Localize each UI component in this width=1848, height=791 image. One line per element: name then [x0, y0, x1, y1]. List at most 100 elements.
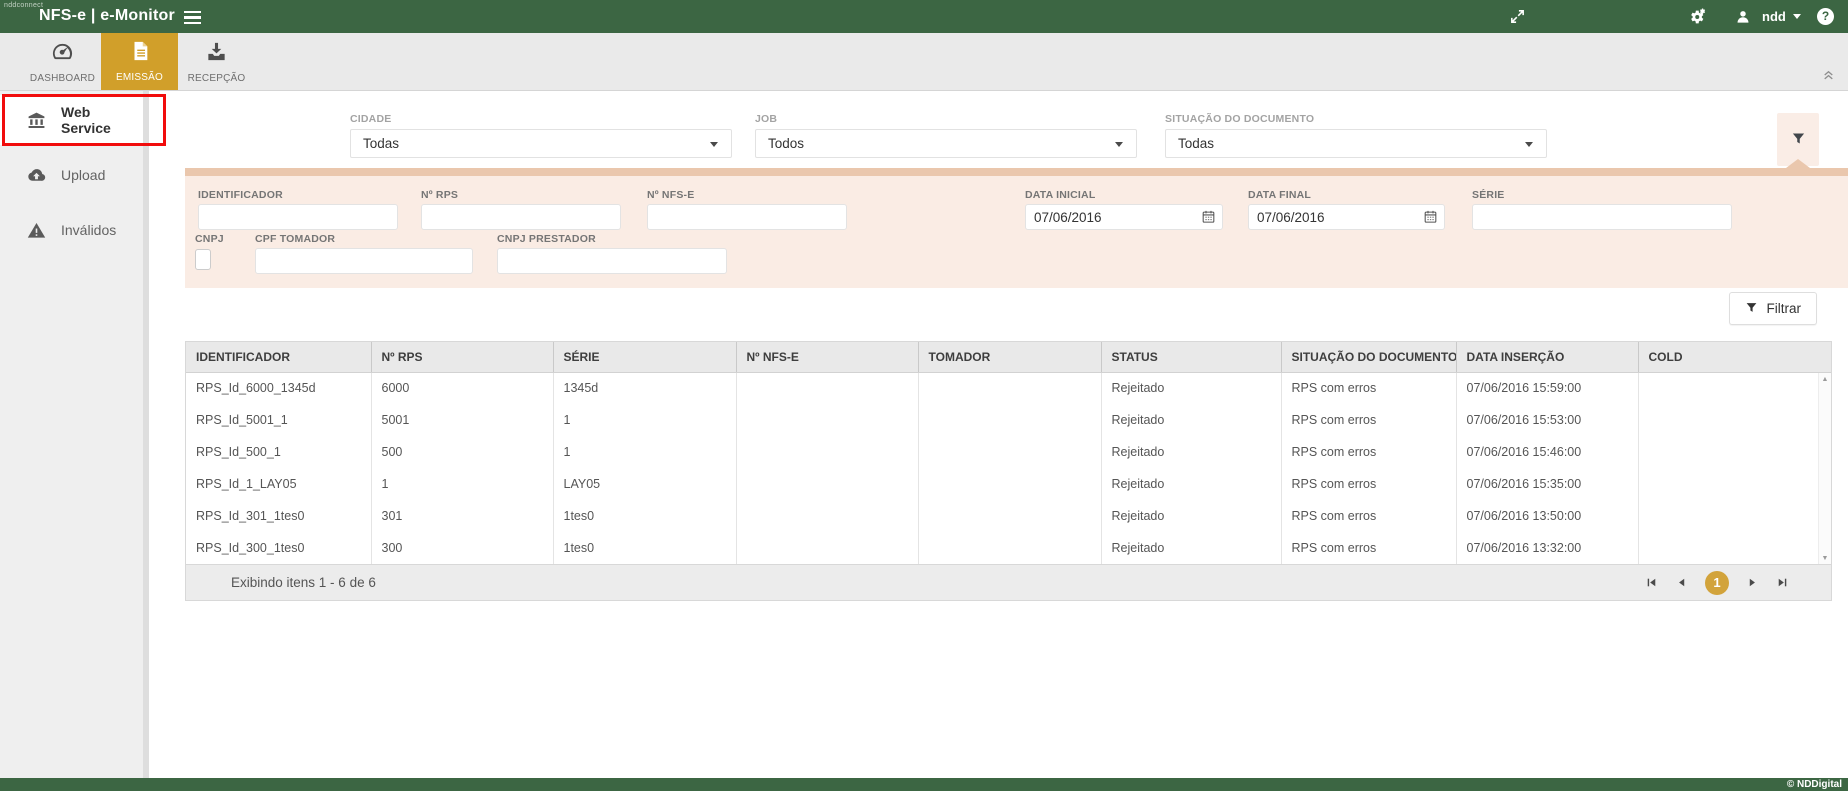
warning-icon — [27, 221, 46, 240]
cnpj-prestador-input[interactable] — [497, 248, 727, 274]
table-cell: RPS_Id_301_1tes0 — [196, 509, 305, 523]
pagination-prev-button[interactable] — [1675, 576, 1688, 589]
sidebar-item-label: Inválidos — [61, 222, 117, 238]
pagination-first-button[interactable] — [1645, 576, 1658, 589]
column-header[interactable]: SITUAÇÃO DO DOCUMENTO — [1280, 342, 1456, 373]
table-scrollbar[interactable]: ▲ ▼ — [1818, 373, 1831, 565]
scroll-down-icon[interactable]: ▼ — [1819, 555, 1831, 562]
table-cell: 1tes0 — [552, 532, 736, 564]
table-cell: RPS_Id_500_1 — [196, 445, 281, 459]
table-row[interactable]: RPS_Id_301_1tes0 301 1tes0 Rejeitado RPS com… — [186, 500, 1831, 532]
main-content: CIDADE Todas JOB Todos SITUAÇÃO DO DOCUM… — [149, 91, 1848, 778]
column-header[interactable]: STATUS — [1100, 342, 1281, 373]
table-cell: 07/06/2016 13:50:00 — [1455, 500, 1638, 532]
table-row[interactable]: RPS_Id_500_1 500 1 Rejeitado RPS com erros 07… — [186, 436, 1831, 468]
column-header[interactable]: TOMADOR — [917, 342, 1101, 373]
scroll-up-icon[interactable]: ▲ — [1819, 376, 1831, 383]
tab-dashboard[interactable]: DASHBOARD — [24, 33, 101, 90]
identificador-input[interactable] — [198, 204, 398, 230]
table-row[interactable]: RPS_Id_1_LAY05 1 LAY05 Rejeitado RPS com err… — [186, 468, 1831, 500]
table-cell: 301 — [370, 500, 553, 532]
collapse-toolbar-icon[interactable] — [1822, 68, 1835, 86]
table-cell: 5001 — [370, 404, 553, 436]
column-header[interactable]: SÉRIE — [552, 342, 736, 373]
table-row[interactable]: RPS_Id_5001_1 5001 1 Rejeitado RPS com erros… — [186, 404, 1831, 436]
column-header[interactable]: IDENTIFICADOR — [186, 342, 371, 373]
table-cell — [917, 372, 1101, 404]
column-header[interactable]: DATA INSERÇÃO — [1455, 342, 1638, 373]
filter-panel-notch — [1786, 159, 1810, 168]
table-cell — [1637, 372, 1831, 404]
cidade-select[interactable]: Todas — [350, 129, 732, 158]
menu-icon[interactable] — [184, 11, 201, 27]
table-cell: RPS com erros — [1280, 372, 1456, 404]
ndd-connect-logo: nddconnect — [4, 2, 44, 9]
table-cell: 07/06/2016 15:53:00 — [1455, 404, 1638, 436]
cpf-tomador-input[interactable] — [255, 248, 473, 274]
results-table: IDENTIFICADOR Nº RPS SÉRIE Nº NFS-E TOMA… — [185, 341, 1832, 601]
user-icon — [1735, 0, 1751, 33]
table-cell — [917, 436, 1101, 468]
help-icon[interactable]: ? — [1817, 0, 1834, 33]
table-cell: Rejeitado — [1100, 404, 1281, 436]
pagination-page-1[interactable]: 1 — [1705, 570, 1729, 595]
filter-panel-border — [185, 168, 1848, 176]
user-menu[interactable]: ndd — [1762, 0, 1801, 33]
sidebar-item-invalidos[interactable]: Inválidos — [0, 210, 143, 250]
pagination: 1 — [1645, 570, 1789, 595]
table-cell: 1tes0 — [552, 500, 736, 532]
filtrar-button[interactable]: Filtrar — [1728, 292, 1817, 325]
tab-recepcao[interactable]: RECEPÇÃO — [178, 33, 255, 90]
pagination-last-button[interactable] — [1776, 576, 1789, 589]
table-cell — [1637, 500, 1831, 532]
speedometer-icon — [51, 40, 74, 68]
identificador-field: IDENTIFICADOR — [198, 189, 398, 230]
funnel-icon — [1745, 301, 1758, 317]
situacao-select[interactable]: Todas — [1165, 129, 1547, 158]
sidebar-item-upload[interactable]: Upload — [0, 155, 143, 195]
table-cell: 1345d — [552, 372, 736, 404]
table-cell — [735, 404, 918, 436]
data-inicial-input[interactable] — [1025, 204, 1223, 230]
column-header[interactable]: Nº RPS — [370, 342, 553, 373]
module-toolbar: DASHBOARD EMISSÃO RECEPÇÃO — [0, 33, 1848, 91]
cpf-tomador-field: CPF TOMADOR — [255, 233, 473, 274]
job-select[interactable]: Todos — [755, 129, 1137, 158]
app-title: NFS-e | e-Monitor — [39, 7, 175, 24]
table-cell: LAY05 — [552, 468, 736, 500]
table-row[interactable]: RPS_Id_300_1tes0 300 1tes0 Rejeitado RPS com… — [186, 532, 1831, 564]
column-header[interactable]: Nº NFS-E — [735, 342, 918, 373]
table-header-row: IDENTIFICADOR Nº RPS SÉRIE Nº NFS-E TOMA… — [186, 342, 1831, 373]
table-cell: Rejeitado — [1100, 372, 1281, 404]
table-cell: RPS com erros — [1280, 404, 1456, 436]
column-header[interactable]: COLD — [1637, 342, 1831, 373]
table-cell: RPS_Id_5001_1 — [196, 413, 288, 427]
chevron-down-icon — [1115, 142, 1123, 147]
nrps-input[interactable] — [421, 204, 621, 230]
caret-down-icon — [1792, 14, 1801, 19]
sidebar-item-label: Upload — [61, 167, 106, 183]
data-final-input[interactable] — [1248, 204, 1445, 230]
serie-input[interactable] — [1472, 204, 1732, 230]
table-cell: 07/06/2016 15:46:00 — [1455, 436, 1638, 468]
app-window: nddconnect NFS-e | e-Monitor ndd ? DASHB… — [0, 0, 1848, 791]
pagination-next-button[interactable] — [1746, 576, 1759, 589]
tab-emissao[interactable]: EMISSÃO — [101, 33, 178, 90]
table-cell: RPS_Id_300_1tes0 — [196, 541, 305, 555]
nnfse-input[interactable] — [647, 204, 847, 230]
table-cell: 1 — [370, 468, 553, 500]
select-group-job: JOB Todos — [755, 113, 1137, 158]
fullscreen-icon[interactable] — [1509, 0, 1526, 33]
table-cell — [1637, 436, 1831, 468]
serie-field: SÉRIE — [1472, 189, 1732, 230]
data-final-field: DATA FINAL — [1248, 189, 1445, 230]
table-cell: 6000 — [370, 372, 553, 404]
sidebar: Web Service Upload Inválidos — [0, 91, 143, 778]
cnpj-checkbox[interactable] — [195, 249, 211, 270]
nrps-field: Nº RPS — [421, 189, 621, 230]
select-group-situacao: SITUAÇÃO DO DOCUMENTO Todas — [1165, 113, 1547, 158]
table-row[interactable]: RPS_Id_6000_1345d 6000 1345d Rejeitado RPS c… — [186, 372, 1831, 404]
settings-icon[interactable] — [1687, 0, 1707, 33]
user-menu-label: ndd — [1762, 9, 1786, 24]
annotation-highlight — [2, 94, 166, 146]
